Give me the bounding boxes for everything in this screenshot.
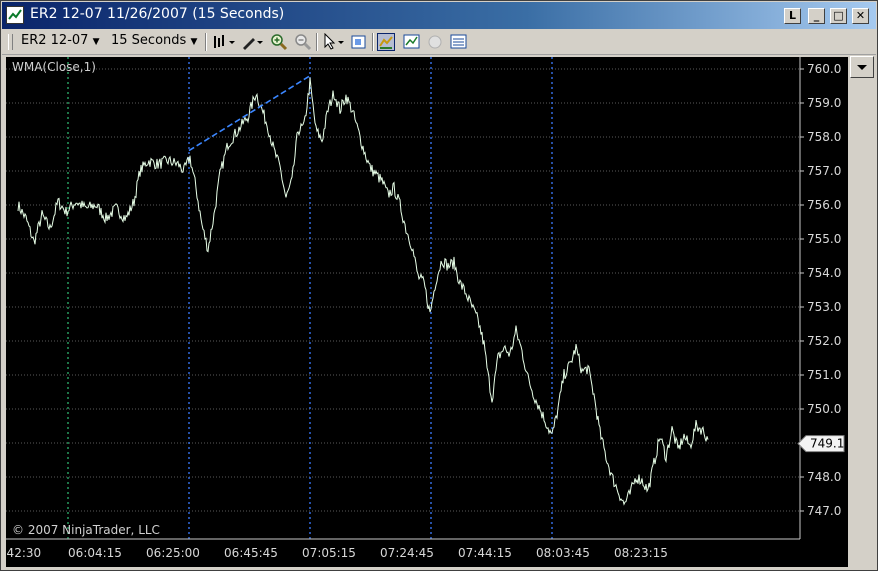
indicator-label: WMA(Close,1) [12, 60, 96, 74]
toolbar-separator [205, 33, 207, 51]
x-tick-label: 5:42:30 [6, 546, 41, 560]
minimize-button[interactable]: _ [808, 8, 825, 24]
price-chart[interactable]: 760.0 759.0 758.0 757.0 756.0 755.0 754.0 753.0… [6, 57, 848, 567]
last-price-label: 749.1 [810, 437, 844, 451]
app-chart-icon [6, 6, 24, 24]
toolbar-separator [372, 33, 374, 51]
interval-selector[interactable]: 15 Seconds ▼ [111, 33, 197, 48]
x-tick-label: 07:05:15 [302, 546, 356, 560]
y-tick-label: 758.0 [807, 130, 841, 144]
toolbar-grip[interactable] [8, 34, 13, 50]
x-tick-label: 07:24:45 [380, 546, 434, 560]
copyright-text: © 2007 NinjaTrader, LLC [12, 523, 160, 537]
x-tick-label: 06:04:15 [68, 546, 122, 560]
y-tick-label: 750.0 [807, 402, 841, 416]
y-tick-label: 753.0 [807, 300, 841, 314]
y-tick-label: 756.0 [807, 198, 841, 212]
y-tick-label: 759.0 [807, 96, 841, 110]
chevron-down-icon: ▼ [190, 37, 198, 47]
y-tick-label: 747.0 [807, 504, 841, 518]
bar-type-icon[interactable] [212, 33, 235, 51]
zoom-out-icon[interactable] [294, 33, 312, 51]
cursor-pointer-icon[interactable] [322, 32, 344, 51]
y-tick-label: 748.0 [807, 470, 841, 484]
scroll-menu-button[interactable] [850, 56, 874, 78]
x-axis: 5:42:30 06:04:15 06:25:00 06:45:45 07:05:15 0… [6, 546, 668, 560]
instrument-label: ER2 12-07 [21, 33, 89, 48]
y-tick-label: 754.0 [807, 266, 841, 280]
maximize-button[interactable]: □ [830, 8, 847, 24]
link-button[interactable]: L [784, 8, 801, 24]
instrument-selector[interactable]: ER2 12-07 ▼ [21, 33, 100, 48]
title-bar[interactable]: ER2 12-07 11/26/2007 (15 Seconds) L _ □ … [2, 2, 876, 29]
y-tick-label: 755.0 [807, 232, 841, 246]
y-tick-label: 760.0 [807, 62, 841, 76]
zoom-in-icon[interactable] [270, 33, 288, 51]
data-box-icon[interactable] [450, 33, 468, 51]
x-tick-label: 07:44:15 [458, 546, 512, 560]
toolbar-separator [316, 33, 318, 51]
properties-icon[interactable] [350, 33, 368, 51]
chart-background [6, 57, 848, 567]
disabled-circle-icon[interactable] [427, 33, 445, 51]
pencil-draw-icon[interactable] [240, 33, 263, 51]
chart-window: ER2 12-07 11/26/2007 (15 Seconds) L _ □ … [0, 0, 878, 571]
y-tick-label: 757.0 [807, 164, 841, 178]
chevron-down-icon: ▼ [92, 37, 100, 47]
x-tick-label: 06:25:00 [146, 546, 200, 560]
close-button[interactable]: ✕ [852, 8, 869, 24]
x-tick-label: 08:03:45 [536, 546, 590, 560]
x-tick-label: 06:45:45 [224, 546, 278, 560]
x-tick-label: 08:23:15 [614, 546, 668, 560]
last-price-marker: 749.1 [797, 435, 845, 453]
y-tick-label: 751.0 [807, 368, 841, 382]
interval-label: 15 Seconds [111, 33, 187, 48]
toolbar: ER2 12-07 ▼ 15 Seconds ▼ [2, 30, 876, 55]
y-tick-label: 752.0 [807, 334, 841, 348]
indicator-icon[interactable] [403, 33, 421, 51]
window-title: ER2 12-07 11/26/2007 (15 Seconds) [30, 6, 285, 22]
strategy-icon[interactable] [377, 33, 395, 51]
